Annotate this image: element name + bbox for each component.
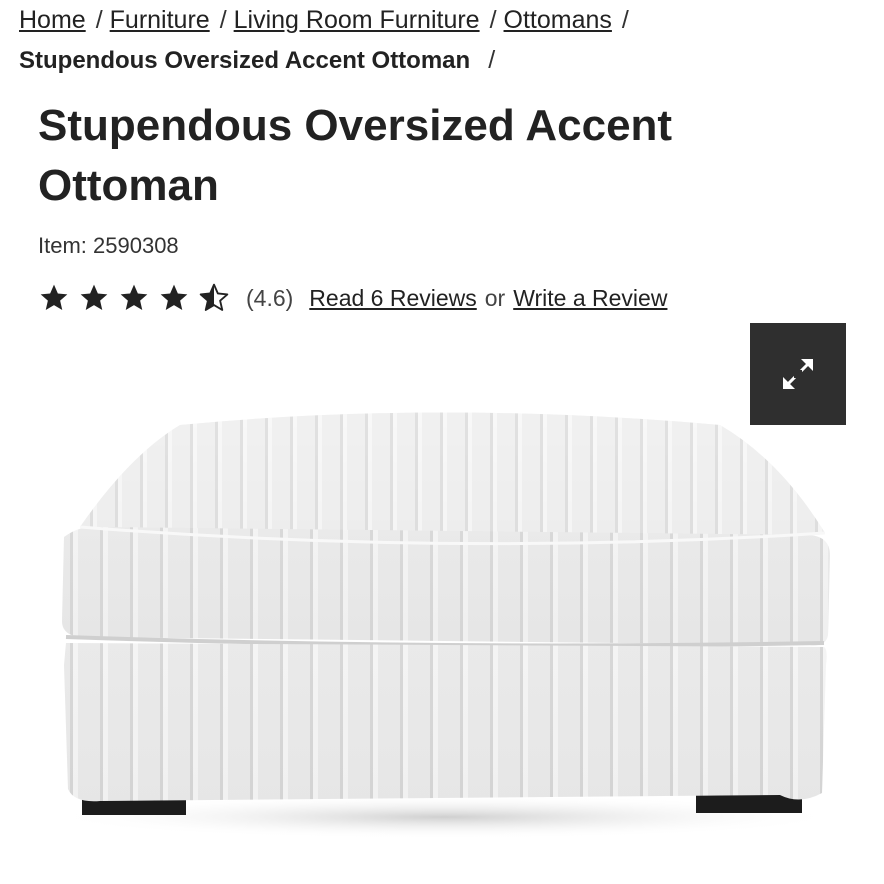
star-full-icon <box>160 284 188 310</box>
breadcrumb-home-link[interactable]: Home <box>19 6 86 34</box>
read-reviews-link[interactable]: Read 6 Reviews <box>309 285 476 312</box>
breadcrumb-furniture-link[interactable]: Furniture <box>110 6 210 34</box>
star-rating <box>38 282 238 314</box>
product-image[interactable] <box>40 385 850 855</box>
breadcrumb-current-row: Stupendous Oversized Accent Ottoman / <box>19 40 869 80</box>
product-title: Stupendous Oversized Accent Ottoman <box>38 96 738 216</box>
star-full-icon <box>120 284 148 310</box>
breadcrumb-separator: / <box>489 6 497 34</box>
star-full-icon <box>80 284 108 310</box>
star-half-icon <box>199 283 229 311</box>
ottoman-illustration <box>45 412 845 839</box>
product-title-line2: Ottoman <box>38 161 219 210</box>
breadcrumb: Home / Furniture / Living Room Furniture / Ott… <box>19 0 869 80</box>
product-title-line1: Stupendous Oversized Accent <box>38 101 673 150</box>
write-review-link[interactable]: Write a Review <box>513 285 667 312</box>
rating-row: (4.6) Read 6 Reviews or Write a Review <box>38 280 667 316</box>
breadcrumb-ottomans-link[interactable]: Ottomans <box>504 6 612 34</box>
breadcrumb-living-room-link[interactable]: Living Room Furniture <box>234 6 480 34</box>
breadcrumb-separator: / <box>219 6 227 34</box>
product-page: Home / Furniture / Living Room Furniture / Ott… <box>0 0 884 884</box>
or-text: or <box>484 284 506 311</box>
star-full-icon <box>40 284 68 310</box>
rating-value: (4.6) <box>246 284 294 311</box>
breadcrumb-separator: / <box>621 6 629 34</box>
breadcrumb-current: Stupendous Oversized Accent Ottoman <box>19 47 471 74</box>
breadcrumb-separator: / <box>95 6 103 34</box>
breadcrumb-links-row: Home / Furniture / Living Room Furniture / Ott… <box>19 0 869 40</box>
item-number: Item: 2590308 <box>38 233 179 258</box>
breadcrumb-separator: / <box>488 46 496 74</box>
